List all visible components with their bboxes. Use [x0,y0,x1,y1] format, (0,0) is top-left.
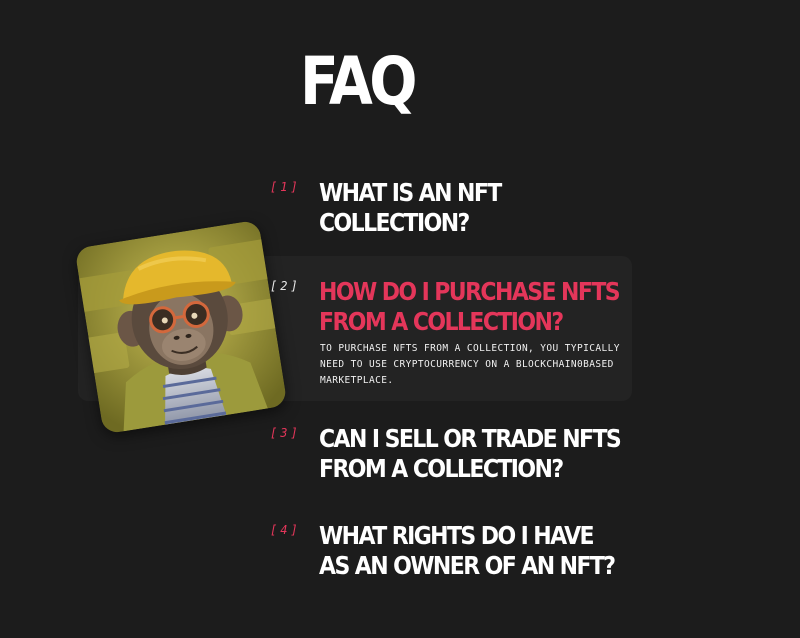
faq-index: [2] [270,279,301,293]
faq-index: [4] [270,523,301,537]
faq-question[interactable]: What is an NFT collection? [319,178,636,238]
faq-question-line: How do I purchase NFTs [319,277,621,306]
faq-question-line: What is an NFT [319,178,502,207]
ape-icon [74,219,288,435]
faq-question[interactable]: Can I sell or trade NFTs from a collecti… [319,424,636,484]
faq-answer: To purchase NFTs from a collection, you … [320,343,620,386]
faq-question-line: Can I sell or trade NFTs [319,424,622,453]
nft-image [74,219,288,435]
faq-question-line: collection? [319,208,470,237]
faq-question-line: from a collection? [319,454,564,483]
page-title: FAQ [300,43,418,120]
faq-question-line: as an owner of an NFT? [319,551,616,580]
faq-index: [1] [270,180,301,194]
faq-question-line: What rights do I have [319,521,595,550]
faq-index: [3] [270,426,301,440]
faq-question[interactable]: How do I purchase NFTs from a collection… [319,277,636,337]
faq-question[interactable]: What rights do I have as an owner of an … [319,521,636,581]
faq-question-line: from a collection? [319,307,564,336]
